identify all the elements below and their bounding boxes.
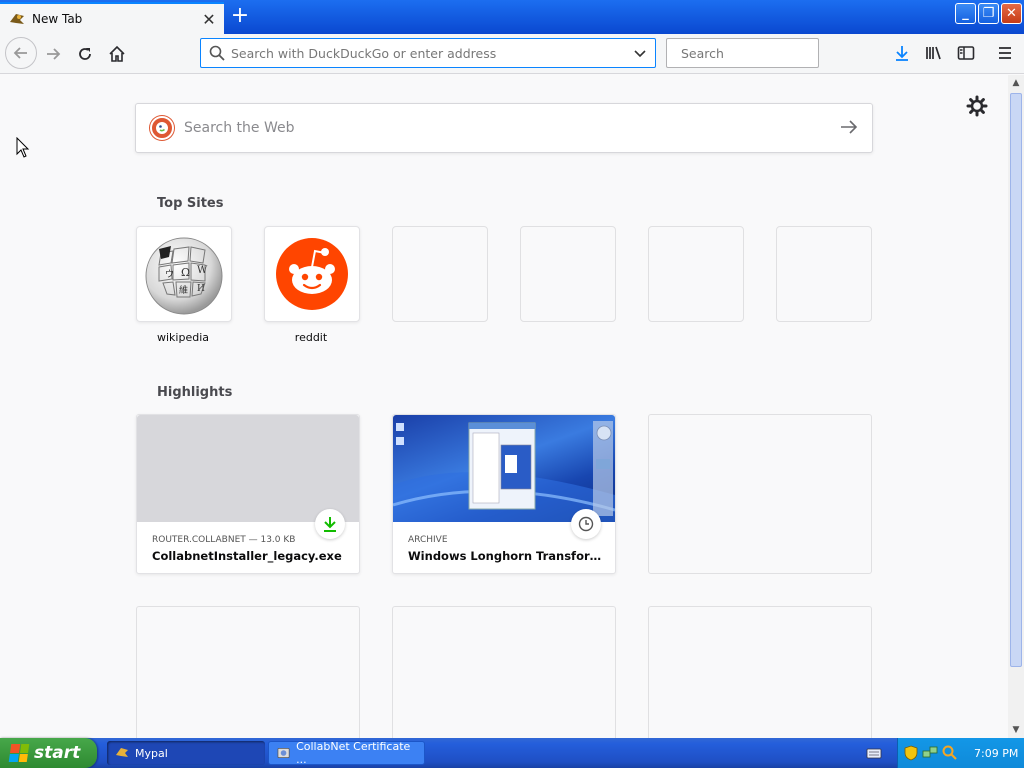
highlight-empty-slot — [392, 606, 616, 738]
top-site-empty-slot[interactable] — [392, 226, 488, 322]
web-search-box[interactable] — [135, 103, 873, 153]
reload-icon — [79, 48, 91, 60]
svg-text:維: 維 — [179, 284, 188, 296]
hamburger-menu-icon — [999, 47, 1011, 59]
highlight-card-download[interactable]: ROUTER.COLLABNET — 13.0 KB CollabnetInst… — [136, 414, 360, 574]
forward-arrow-icon — [47, 48, 61, 60]
menu-button[interactable] — [991, 39, 1019, 67]
wikipedia-logo-icon: Ω W ウ И 維 — [145, 237, 223, 315]
search-bar[interactable] — [666, 38, 837, 68]
highlight-meta: ARCHIVE — [408, 535, 448, 545]
tab-close-icon[interactable]: ✕ — [200, 10, 218, 29]
new-tab-button[interactable]: + — [226, 4, 254, 30]
browser-favicon-icon — [10, 14, 24, 24]
svg-text:Ω: Ω — [181, 266, 190, 279]
download-icon — [896, 46, 908, 61]
highlight-title: Windows Longhorn Transformat... — [408, 549, 606, 563]
browser-favicon-icon — [116, 748, 128, 757]
top-site-label: reddit — [294, 331, 328, 344]
top-sites-heading: Top Sites — [157, 196, 224, 211]
search-tray-icon[interactable] — [942, 745, 958, 761]
top-site-empty-slot[interactable] — [648, 226, 744, 322]
arrow-right-icon[interactable] — [840, 116, 858, 140]
highlight-card-archive[interactable]: ARCHIVE Windows Longhorn Transformat... — [392, 414, 616, 574]
clock: 7:09 PM — [974, 746, 1019, 760]
svg-text:ウ: ウ — [165, 269, 174, 280]
scrollbar-thumb[interactable] — [1010, 93, 1022, 667]
scroll-up-arrow-icon[interactable]: ▲ — [1008, 75, 1024, 91]
task-label: CollabNet Certificate ... — [296, 740, 411, 766]
top-site-empty-slot[interactable] — [776, 226, 872, 322]
svg-text:W: W — [197, 265, 208, 276]
scroll-down-arrow-icon[interactable]: ▼ — [1008, 722, 1024, 738]
system-tray: 7:09 PM — [897, 738, 1024, 768]
url-input[interactable] — [231, 45, 633, 61]
windows-flag-icon — [8, 744, 30, 762]
highlight-empty-slot — [136, 606, 360, 738]
top-site-empty-slot[interactable] — [520, 226, 616, 322]
library-icon — [926, 46, 941, 60]
taskbar: start Mypal CollabNet Certificate ... 7:… — [0, 738, 1024, 768]
chevron-down-icon[interactable] — [633, 46, 647, 60]
highlight-empty-slot — [648, 606, 872, 738]
duckduckgo-logo-icon — [150, 116, 174, 140]
search-input[interactable] — [681, 45, 837, 61]
minimize-button[interactable]: _ — [955, 3, 976, 24]
network-icon[interactable] — [922, 745, 938, 761]
keyboard-icon[interactable] — [866, 746, 882, 760]
url-bar[interactable] — [200, 38, 656, 68]
gear-icon[interactable] — [966, 95, 988, 117]
highlight-thumbnail — [393, 415, 615, 522]
highlight-title: CollabnetInstaller_legacy.exe — [152, 549, 342, 563]
search-icon — [209, 45, 225, 61]
top-site-wikipedia[interactable]: Ω W ウ И 維 — [136, 226, 232, 322]
tab-new-tab[interactable]: New Tab ✕ — [0, 2, 224, 34]
highlights-heading: Highlights — [157, 385, 233, 400]
title-bar: New Tab ✕ + _ ❐ ✕ — [0, 0, 1024, 34]
sidebar-button[interactable] — [952, 39, 980, 67]
back-arrow-icon — [13, 47, 27, 59]
start-label: start — [34, 743, 81, 763]
library-button[interactable] — [920, 39, 948, 67]
mouse-cursor-icon — [16, 137, 30, 158]
taskbar-item-collabnet[interactable]: CollabNet Certificate ... — [268, 740, 425, 766]
reddit-logo-icon — [276, 238, 348, 310]
home-icon — [109, 45, 125, 62]
top-site-label: wikipedia — [156, 331, 209, 344]
start-button[interactable]: start — [0, 738, 97, 768]
nav-toolbar — [0, 34, 1024, 74]
restore-button[interactable]: ❐ — [978, 3, 999, 24]
downloads-button[interactable] — [888, 39, 916, 67]
top-site-reddit[interactable] — [264, 226, 360, 322]
highlight-empty-slot — [648, 414, 872, 574]
clock-icon — [571, 509, 601, 539]
new-tab-page: Top Sites Ω W ウ И 維 wikipedia — [0, 75, 1008, 738]
sidebar-icon — [957, 46, 975, 60]
highlight-meta: ROUTER.COLLABNET — 13.0 KB — [152, 535, 296, 545]
forward-button[interactable] — [38, 39, 68, 69]
installer-icon — [277, 747, 290, 759]
svg-text:И: И — [197, 284, 205, 294]
back-button[interactable] — [5, 37, 37, 69]
tab-title: New Tab — [32, 12, 83, 26]
vertical-scrollbar[interactable]: ▲ ▼ — [1008, 75, 1024, 738]
home-button[interactable] — [102, 39, 132, 69]
window-controls: _ ❐ ✕ — [955, 3, 1022, 24]
highlight-thumbnail — [137, 415, 359, 522]
task-label: Mypal — [135, 746, 168, 760]
security-shield-icon[interactable] — [904, 745, 918, 761]
close-window-button[interactable]: ✕ — [1001, 3, 1022, 24]
download-icon — [315, 509, 345, 539]
web-search-input[interactable] — [184, 120, 840, 136]
taskbar-item-mypal[interactable]: Mypal — [107, 741, 265, 765]
reload-button[interactable] — [70, 39, 100, 69]
